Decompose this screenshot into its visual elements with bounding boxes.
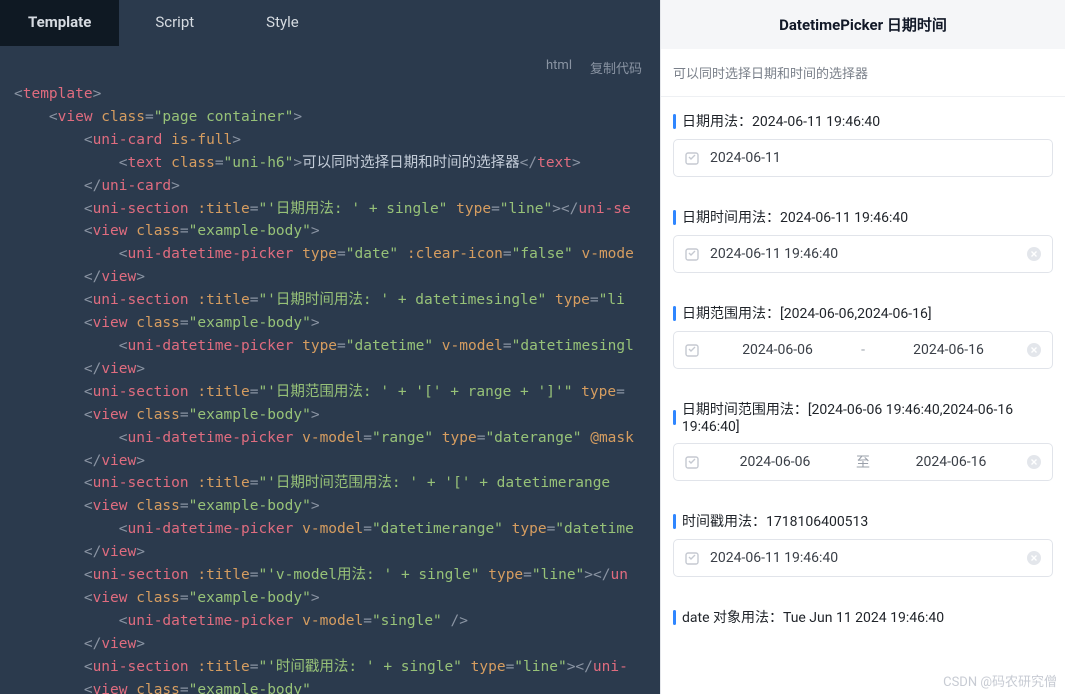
code-tabs: Template Script Style (0, 0, 660, 46)
range-separator: - (855, 342, 871, 358)
range-end: 2024-06-16 (881, 342, 1016, 358)
tab-style[interactable]: Style (230, 0, 335, 46)
timestamp-picker[interactable]: 2024-06-11 19:46:40 (673, 539, 1053, 577)
datetime-picker[interactable]: 2024-06-11 19:46:40 (673, 235, 1053, 273)
copy-code-button[interactable]: 复制代码 (590, 58, 642, 77)
clear-icon[interactable] (1026, 550, 1042, 566)
section-timestamp: 时间戳用法：1718106400513 (661, 497, 1065, 539)
calendar-icon (684, 342, 700, 358)
calendar-icon (684, 454, 700, 470)
code-pane: Template Script Style html 复制代码 <templat… (0, 0, 660, 694)
range-start: 2024-06-06 (710, 342, 845, 358)
clear-icon[interactable] (1026, 342, 1042, 358)
timestamp-value: 2024-06-11 19:46:40 (710, 550, 1016, 566)
preview-pane: DatetimePicker 日期时间 可以同时选择日期和时间的选择器 日期用法… (660, 0, 1065, 694)
code-lang-label: html (546, 58, 572, 77)
calendar-icon (684, 246, 700, 262)
range-separator: 至 (850, 452, 876, 472)
range-end: 2024-06-16 (886, 454, 1016, 470)
section-date: 日期用法：2024-06-11 19:46:40 (661, 97, 1065, 139)
tab-script[interactable]: Script (119, 0, 230, 46)
code-header: html 复制代码 (0, 46, 660, 83)
clear-icon[interactable] (1026, 246, 1042, 262)
daterange-picker[interactable]: 2024-06-06 - 2024-06-16 (673, 331, 1053, 369)
datetimerange-picker[interactable]: 2024-06-06 至 2024-06-16 (673, 443, 1053, 481)
date-value: 2024-06-11 (710, 150, 1042, 166)
calendar-icon (684, 150, 700, 166)
calendar-icon (684, 550, 700, 566)
date-picker[interactable]: 2024-06-11 (673, 139, 1053, 177)
datetime-value: 2024-06-11 19:46:40 (710, 246, 1016, 262)
preview-scroll[interactable]: DatetimePicker 日期时间 可以同时选择日期和时间的选择器 日期用法… (661, 0, 1065, 694)
watermark: CSDN @码农研究僧 (943, 671, 1057, 690)
panel-title: DatetimePicker 日期时间 (661, 0, 1065, 49)
section-datetime: 日期时间用法：2024-06-11 19:46:40 (661, 193, 1065, 235)
code-area[interactable]: <template> <view class="page container">… (0, 83, 660, 694)
section-daterange: 日期范围用法：[2024-06-06,2024-06-16] (661, 289, 1065, 331)
section-datetimerange: 日期时间范围用法：[2024-06-06 19:46:40,2024-06-16… (661, 385, 1065, 443)
panel-description: 可以同时选择日期和时间的选择器 (661, 49, 1065, 97)
section-dateobj: date 对象用法：Tue Jun 11 2024 19:46:40 (661, 593, 1065, 635)
range-start: 2024-06-06 (710, 454, 840, 470)
tab-template[interactable]: Template (0, 0, 119, 46)
clear-icon[interactable] (1026, 454, 1042, 470)
